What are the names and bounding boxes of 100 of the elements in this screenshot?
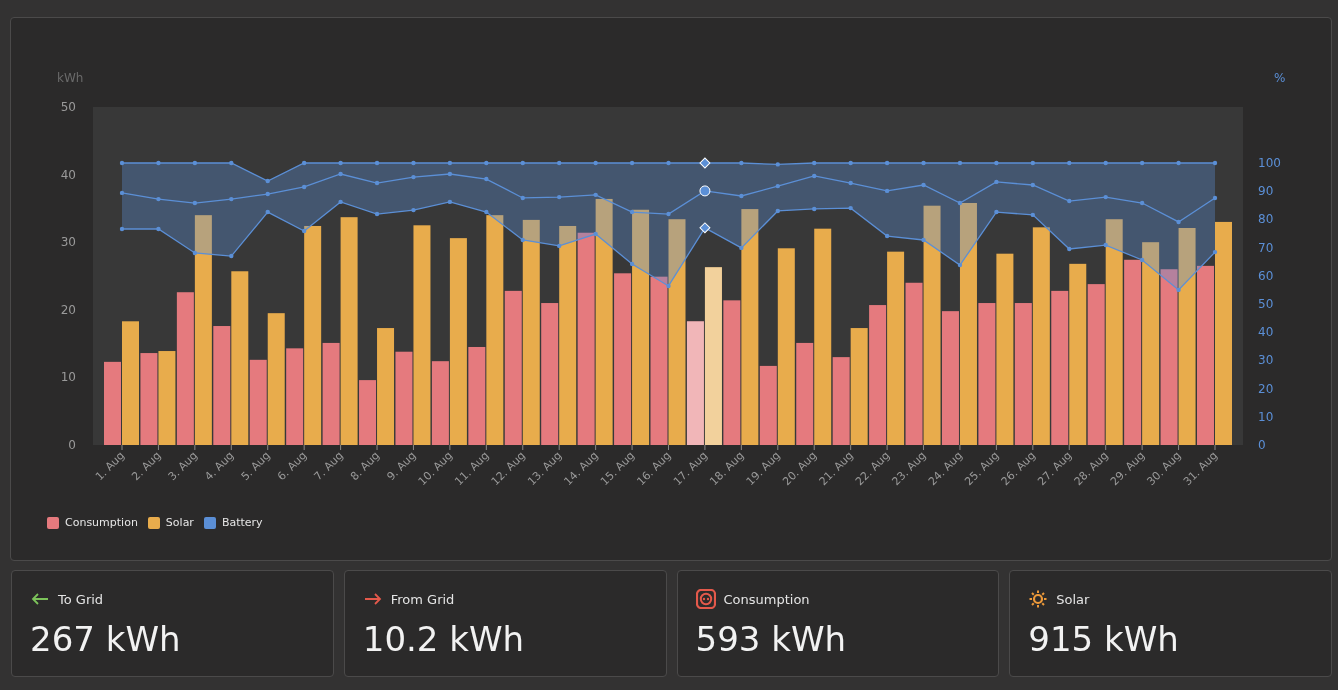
data-point [484, 160, 489, 166]
axis-tick-label: 60 [1258, 268, 1274, 283]
axis-unit-label: kWh [57, 71, 84, 85]
data-point [156, 196, 161, 202]
data-point [229, 253, 234, 259]
data-point [557, 243, 562, 249]
data-point [994, 179, 999, 185]
axis-tick-label: 40 [60, 167, 76, 182]
data-point [1030, 212, 1036, 218]
card-value: 915 kWh [1028, 619, 1179, 659]
hover-marker [699, 185, 711, 197]
data-point [411, 174, 416, 180]
data-point [1030, 160, 1036, 166]
axis-tick-label: 17. Aug [670, 448, 711, 489]
data-point [119, 190, 125, 196]
data-point [1067, 160, 1072, 166]
data-point [775, 208, 780, 214]
axis-tick-label: 30 [60, 235, 76, 250]
axis-tick-label: 1. Aug [92, 448, 128, 484]
data-point [775, 183, 780, 189]
data-point [119, 160, 125, 166]
axis-unit-label: % [1274, 71, 1286, 85]
card-value: 267 kWh [30, 619, 181, 659]
data-point [739, 193, 744, 199]
data-point [1067, 246, 1072, 252]
data-point [1030, 182, 1036, 188]
data-point [265, 209, 270, 215]
data-point [921, 160, 926, 166]
axis-tick-label: 24. Aug [925, 448, 966, 489]
data-point [812, 173, 817, 179]
axis-tick-label: 0 [68, 438, 76, 452]
card-label: To Grid [58, 591, 104, 607]
card-label: From Grid [390, 591, 455, 607]
data-point [265, 178, 270, 184]
data-point [994, 209, 999, 215]
data-point [1176, 219, 1181, 225]
data-point [1139, 160, 1145, 166]
axis-tick-label: 80 [1258, 212, 1274, 227]
axis-tick-label: 50 [60, 100, 76, 114]
data-point [374, 160, 380, 166]
data-point [156, 160, 161, 166]
axis-tick-label: 40 [1258, 325, 1274, 340]
data-point [557, 160, 562, 166]
data-point [884, 188, 890, 194]
data-point [156, 226, 161, 232]
data-point [994, 160, 999, 166]
data-point [301, 160, 307, 166]
legend-label[interactable]: Consumption [65, 516, 138, 529]
data-point [1103, 194, 1108, 200]
data-point [629, 160, 635, 166]
data-point [593, 231, 598, 237]
data-point [265, 191, 270, 197]
axis-tick-label: 10. Aug [415, 448, 455, 489]
data-point [520, 237, 525, 243]
data-point [884, 233, 890, 239]
data-point [1212, 195, 1218, 201]
axis-tick-label: 20 [60, 302, 76, 317]
card-value: 10.2 kWh [362, 619, 525, 659]
data-point [229, 160, 234, 166]
axis-tick-label: 0 [1258, 438, 1266, 452]
data-point [338, 160, 343, 166]
axis-tick-label: 30 [1258, 353, 1274, 368]
data-point [848, 205, 853, 211]
data-point [374, 180, 380, 186]
data-point [1139, 200, 1145, 206]
data-point [812, 160, 817, 166]
axis-tick-label: 100 [1258, 156, 1281, 170]
data-point [666, 211, 671, 217]
data-point [957, 200, 963, 206]
legend-label[interactable]: Battery [221, 516, 263, 529]
data-point [957, 262, 963, 268]
axis-tick-label: 50 [1258, 297, 1274, 311]
data-point [229, 196, 234, 202]
data-point [884, 160, 890, 166]
data-point [848, 160, 853, 166]
data-point [593, 160, 598, 166]
data-point [411, 160, 416, 166]
axis-tick-label: 10 [60, 370, 76, 385]
data-point [921, 237, 926, 243]
data-point [484, 176, 489, 182]
data-point [119, 226, 125, 232]
data-point [1067, 198, 1072, 204]
data-point [192, 250, 198, 256]
data-point [1103, 160, 1108, 166]
data-point [812, 206, 817, 212]
card-label: Consumption [723, 591, 810, 607]
data-point [629, 209, 635, 215]
data-point [447, 199, 453, 205]
data-point [484, 209, 489, 215]
hover-marker [699, 222, 711, 234]
legend-label[interactable]: Solar [165, 516, 194, 529]
data-point [374, 211, 380, 217]
data-point [739, 160, 744, 166]
data-point [1212, 249, 1218, 255]
data-point [1103, 242, 1108, 248]
data-point [338, 171, 343, 177]
data-point [666, 160, 671, 166]
axis-tick-label: 31. Aug [1180, 448, 1221, 489]
axis-tick-label: 20 [1258, 381, 1274, 396]
axis-tick-label: 70 [1258, 240, 1274, 255]
